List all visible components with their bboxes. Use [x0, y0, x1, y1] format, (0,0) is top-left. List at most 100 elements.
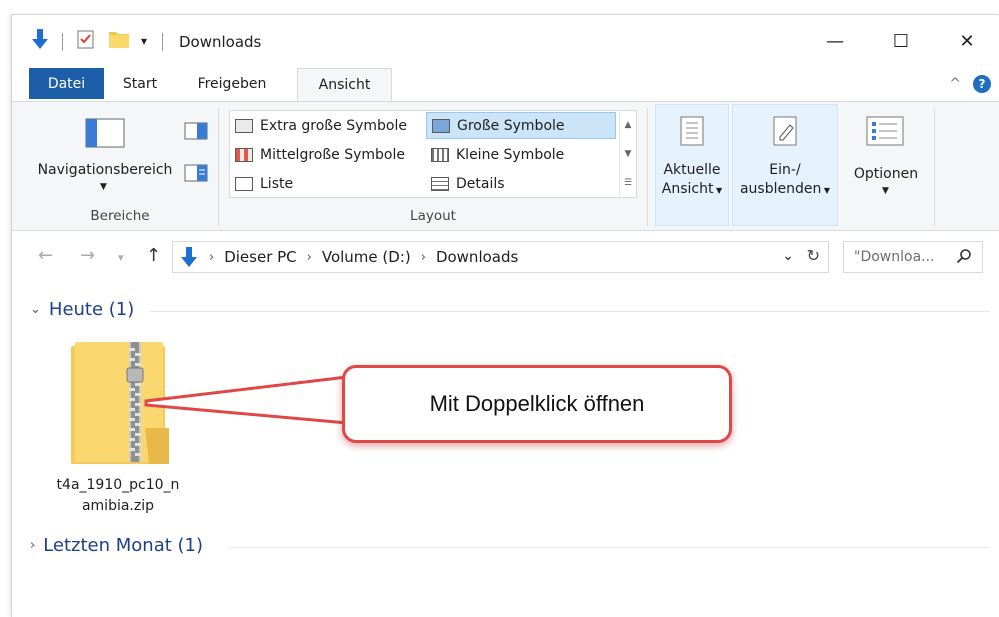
- current-view-button[interactable]: Aktuelle Ansicht ▼: [655, 104, 729, 226]
- ribbon-help-area: ^ ?: [949, 75, 991, 93]
- dropdown-arrow-icon: ▼: [821, 186, 831, 195]
- tab-view[interactable]: Ansicht: [297, 68, 392, 101]
- ribbon-panel: Navigationsbereich ▼ Bereiche Extra groß…: [12, 101, 999, 231]
- layout-extra-large-icons[interactable]: Extra große Symbole: [230, 112, 425, 139]
- layout-medium-icons[interactable]: Mittelgroße Symbole: [230, 141, 425, 168]
- back-arrow-icon[interactable]: ←: [38, 245, 53, 266]
- search-icon: [956, 248, 972, 268]
- minimize-icon: —: [826, 30, 844, 52]
- group-separator: [934, 108, 935, 226]
- file-name-label: t4a_1910_pc10_n amibia.zip: [50, 475, 186, 517]
- tab-share[interactable]: Freigeben: [190, 68, 274, 99]
- extra-large-icons-icon: [235, 118, 253, 133]
- qa-customize-dropdown[interactable]: ▾: [141, 29, 147, 53]
- tab-start[interactable]: Start: [112, 68, 168, 99]
- collapse-ribbon-icon[interactable]: ^: [949, 76, 961, 92]
- show-hide-label-2: ausblenden ▼: [733, 181, 837, 197]
- download-arrow-icon: [179, 246, 199, 268]
- tab-file[interactable]: Datei: [29, 68, 104, 99]
- layout-details[interactable]: Details: [426, 170, 616, 197]
- download-arrow-icon[interactable]: [30, 28, 50, 54]
- close-button[interactable]: ✕: [944, 25, 990, 57]
- chevron-right-icon: ›: [420, 249, 426, 265]
- chevron-right-icon: ›: [306, 249, 312, 265]
- qa-newfolder-wrap: [108, 29, 130, 53]
- navigation-pane-button[interactable]: Navigationsbereich ▼: [30, 110, 180, 198]
- layout-small-icons[interactable]: Kleine Symbole: [426, 141, 616, 168]
- layout-item-label: Extra große Symbole: [260, 117, 407, 134]
- file-name-line: amibia.zip: [81, 498, 155, 514]
- explorer-window: ▾ Downloads — ☐ ✕ Datei Start Freigeben …: [11, 14, 999, 617]
- refresh-icon[interactable]: ↻: [807, 246, 820, 265]
- group-header-label: Letzten Monat (1): [43, 535, 204, 556]
- options-button[interactable]: Optionen ▼: [846, 104, 926, 214]
- layout-large-icons[interactable]: Große Symbole: [426, 112, 616, 139]
- title-bar: ▾ Downloads — ☐ ✕: [12, 15, 999, 65]
- window-title: Downloads: [179, 33, 262, 51]
- show-hide-button[interactable]: Ein-/ ausblenden ▼: [732, 104, 838, 226]
- chevron-right-icon: ›: [209, 249, 215, 265]
- medium-icons-icon: [235, 147, 253, 162]
- layout-gallery-scroll[interactable]: ▲ ▼ ☰: [619, 111, 636, 197]
- address-field[interactable]: › Dieser PC › Volume (D:) › Downloads ⌄ …: [172, 241, 829, 273]
- layout-item-label: Große Symbole: [457, 117, 565, 134]
- breadcrumb-volume-d[interactable]: Volume (D:): [322, 248, 411, 266]
- group-separator: [218, 108, 219, 226]
- breadcrumb-downloads[interactable]: Downloads: [436, 248, 518, 266]
- maximize-icon: ☐: [892, 30, 910, 52]
- current-view-label-2: Ansicht ▼: [656, 181, 728, 197]
- group-label-layout: Layout: [410, 208, 456, 224]
- ribbon-tabs: Datei Start Freigeben Ansicht ^ ?: [12, 65, 999, 101]
- toolbar-separator: [162, 33, 163, 51]
- chevron-right-icon: ›: [30, 538, 36, 553]
- current-view-icon: [678, 115, 708, 151]
- options-icon: [866, 116, 904, 150]
- details-pane-icon[interactable]: [184, 164, 208, 186]
- dropdown-arrow-icon: ▾: [141, 34, 148, 48]
- show-hide-label-text: ausblenden: [739, 181, 822, 197]
- address-history-chevron-icon[interactable]: ⌄: [782, 248, 794, 264]
- qa-properties-wrap: [76, 29, 96, 53]
- large-icons-icon: [432, 118, 450, 133]
- new-folder-icon[interactable]: [108, 28, 130, 54]
- up-arrow-icon[interactable]: ↑: [146, 245, 161, 266]
- navigation-pane-label: Navigationsbereich: [37, 162, 173, 178]
- close-icon: ✕: [959, 30, 975, 52]
- help-icon[interactable]: ?: [973, 75, 991, 93]
- layout-list[interactable]: Liste: [230, 170, 425, 197]
- layout-item-label: Details: [456, 175, 505, 192]
- recent-locations-icon[interactable]: ▾: [118, 251, 124, 264]
- layout-item-label: Liste: [260, 175, 294, 192]
- current-view-label-1: Aktuelle: [663, 162, 721, 178]
- search-placeholder: "Downloa...: [854, 249, 935, 265]
- dropdown-arrow-icon: ▼: [100, 182, 107, 192]
- breadcrumb-this-pc[interactable]: Dieser PC: [224, 248, 296, 266]
- show-hide-icon: [771, 115, 801, 151]
- details-view-icon: [431, 176, 449, 191]
- properties-checkbox-icon[interactable]: [76, 28, 96, 54]
- toolbar-separator: [62, 33, 63, 51]
- group-header-last-month[interactable]: › Letzten Monat (1): [30, 535, 203, 556]
- options-label: Optionen: [853, 166, 919, 182]
- scroll-up-icon[interactable]: ▲: [625, 120, 632, 130]
- navigation-pane-icon: [85, 118, 125, 152]
- preview-pane-icon[interactable]: [184, 122, 208, 144]
- chevron-down-icon: ⌄: [30, 302, 41, 317]
- group-divider: [230, 547, 990, 548]
- current-view-label-text: Ansicht: [661, 181, 714, 197]
- small-icons-icon: [431, 147, 449, 162]
- file-name-line: t4a_1910_pc10_n: [56, 477, 180, 493]
- file-item-zip[interactable]: t4a_1910_pc10_n amibia.zip: [50, 339, 186, 531]
- forward-arrow-icon[interactable]: →: [80, 245, 95, 266]
- group-divider: [150, 311, 990, 312]
- scroll-down-icon[interactable]: ▼: [625, 149, 632, 159]
- group-header-today[interactable]: ⌄ Heute (1): [30, 299, 134, 320]
- callout-annotation: Mit Doppelklick öffnen: [342, 365, 732, 443]
- gallery-expand-icon[interactable]: ☰: [624, 178, 632, 188]
- layout-item-label: Kleine Symbole: [456, 146, 565, 163]
- maximize-button[interactable]: ☐: [878, 25, 924, 57]
- dropdown-arrow-icon: ▼: [713, 186, 723, 195]
- minimize-button[interactable]: —: [812, 25, 858, 57]
- group-header-label: Heute (1): [48, 299, 135, 320]
- search-field[interactable]: "Downloa...: [843, 241, 983, 273]
